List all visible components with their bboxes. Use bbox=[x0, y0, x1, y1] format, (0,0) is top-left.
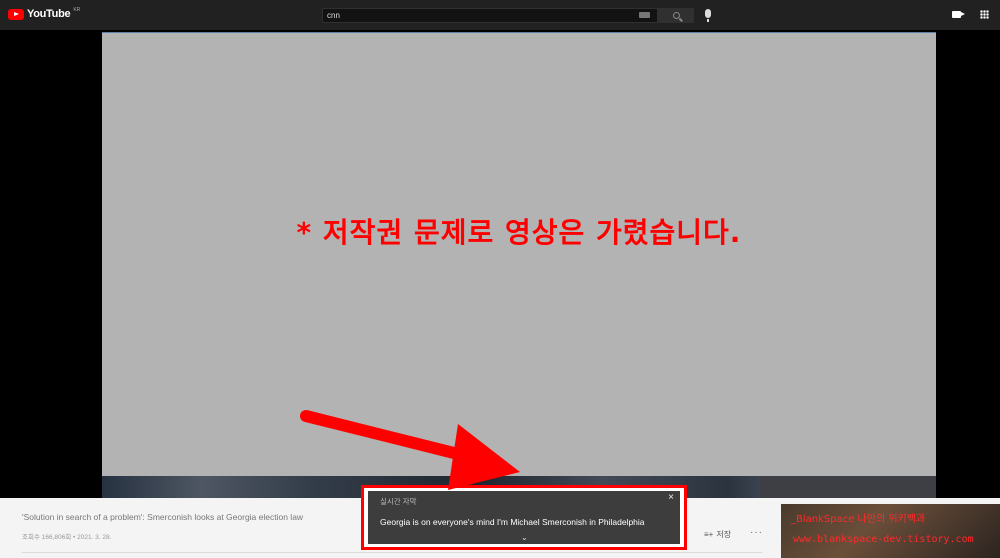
watermark-title: _BlankSpace 나만의 위키백과 bbox=[791, 514, 926, 525]
microphone-icon[interactable] bbox=[705, 9, 711, 22]
live-caption-highlight: 실시간 자막 × Georgia is on everyone's mind I… bbox=[361, 485, 687, 550]
video-player[interactable]: * 저작권 문제로 영상은 가렸습니다. bbox=[102, 32, 936, 476]
youtube-logo[interactable]: YouTube KR bbox=[8, 7, 81, 20]
blog-watermark: _BlankSpace 나만의 위키백과 www.blankspace-dev.… bbox=[781, 504, 1000, 558]
live-caption-box[interactable]: 실시간 자막 × Georgia is on everyone's mind I… bbox=[368, 491, 680, 544]
top-bar: YouTube KR bbox=[0, 0, 1000, 30]
keyboard-icon[interactable] bbox=[639, 12, 650, 18]
logo-text: YouTube bbox=[27, 8, 71, 20]
video-title: 'Solution in search of a problem': Smerc… bbox=[22, 512, 304, 522]
copyright-notice: * 저작권 문제로 영상은 가렸습니다. bbox=[296, 216, 742, 249]
live-caption-header: 실시간 자막 bbox=[380, 497, 417, 506]
logo-region: KR bbox=[73, 7, 81, 13]
more-options-icon[interactable]: ··· bbox=[750, 527, 763, 538]
playlist-add-icon: ≡+ bbox=[704, 530, 714, 539]
apps-grid-icon[interactable] bbox=[980, 10, 989, 19]
youtube-play-icon bbox=[8, 8, 24, 20]
chevron-down-icon[interactable]: ⌄ bbox=[521, 533, 528, 542]
close-icon[interactable]: × bbox=[668, 492, 674, 503]
blurred-thumbnail-strip bbox=[760, 476, 936, 498]
divider bbox=[22, 552, 762, 553]
create-video-icon[interactable] bbox=[952, 11, 965, 18]
search-input[interactable] bbox=[323, 9, 631, 22]
video-meta: 조회수 166,806회 • 2021. 3. 28. bbox=[22, 534, 112, 541]
watermark-url: www.blankspace-dev.tistory.com bbox=[793, 534, 974, 545]
save-label: 저장 bbox=[716, 530, 732, 539]
youtube-watch-page: YouTube KR * 저작권 문제로 영상은 가렸습니다. 'Solutio… bbox=[0, 0, 1000, 558]
search-box bbox=[322, 8, 658, 23]
search-icon bbox=[672, 12, 680, 19]
live-caption-text: Georgia is on everyone's mind I'm Michae… bbox=[380, 517, 645, 527]
search-button[interactable] bbox=[658, 8, 694, 23]
save-button[interactable]: ≡+ 저장 bbox=[704, 529, 731, 540]
